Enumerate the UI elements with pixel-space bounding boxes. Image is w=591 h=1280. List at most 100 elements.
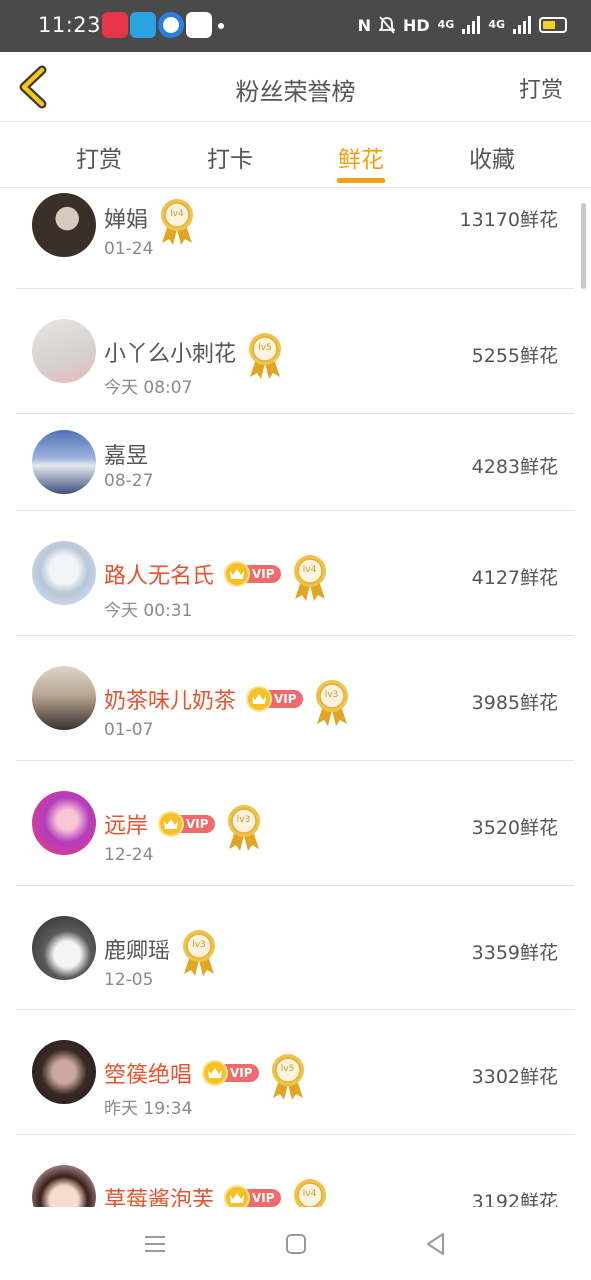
- date-text: 01-07: [104, 720, 154, 740]
- crown-icon-badge: [224, 561, 251, 587]
- scrollbar[interactable]: [581, 203, 586, 289]
- date-text: 今天 08:07: [104, 378, 193, 398]
- battery-icon: [539, 17, 567, 33]
- avatar[interactable]: [32, 541, 96, 605]
- list-item[interactable]: 草莓酱泡芙 VIP lv4 3192鲜花: [16, 1135, 574, 1207]
- user-name[interactable]: 婵娟: [104, 202, 148, 234]
- vip-badge: VIP: [202, 1060, 259, 1086]
- list-item[interactable]: 奶茶味儿奶茶 VIP lv3 01-07 3985鲜花: [16, 636, 574, 761]
- user-name[interactable]: 远岸: [104, 808, 148, 840]
- level-medal: lv3: [313, 678, 351, 728]
- level-medal-icon: [315, 680, 348, 726]
- back-triangle-icon[interactable]: [421, 1229, 451, 1259]
- more-notifications-icon: [218, 23, 224, 29]
- avatar[interactable]: [32, 1165, 96, 1207]
- network-gen-2: 4G: [488, 18, 505, 31]
- user-name[interactable]: 箜篌绝唱: [104, 1057, 192, 1089]
- page-title: 粉丝荣誉榜: [235, 78, 356, 106]
- avatar[interactable]: [32, 430, 96, 494]
- reward-button[interactable]: 打赏: [519, 72, 563, 104]
- status-time: 11:23: [38, 13, 102, 37]
- vip-badge: VIP: [224, 561, 281, 587]
- browser-icon: [158, 12, 184, 38]
- user-name[interactable]: 路人无名氏: [104, 558, 214, 590]
- active-tab-indicator: [337, 178, 385, 183]
- user-name[interactable]: 鹿卿瑶: [104, 933, 170, 965]
- tab-favorites[interactable]: 收藏: [442, 140, 542, 174]
- tab-reward[interactable]: 打赏: [49, 140, 149, 174]
- avatar[interactable]: [32, 666, 96, 730]
- level-label: lv3: [324, 690, 339, 700]
- date-text: 昨天 19:34: [104, 1099, 193, 1119]
- level-medal: lv5: [246, 331, 284, 381]
- flower-count: 3985鲜花: [471, 692, 558, 714]
- avatar[interactable]: [32, 1040, 96, 1104]
- avatar[interactable]: [32, 916, 96, 980]
- level-label: lv4: [302, 565, 317, 575]
- flower-count: 5255鲜花: [471, 345, 558, 367]
- vip-badge: VIP: [158, 811, 215, 837]
- date-text: 01-24: [104, 239, 154, 259]
- level-medal-icon: [161, 199, 194, 245]
- nfc-icon: N: [357, 15, 371, 35]
- level-label: lv4: [302, 1189, 317, 1199]
- user-name[interactable]: 草莓酱泡芙: [104, 1182, 214, 1207]
- crown-icon: [230, 1193, 245, 1203]
- flower-count: 3359鲜花: [471, 942, 558, 964]
- tab-flowers[interactable]: 鲜花: [311, 140, 411, 174]
- avatar[interactable]: [32, 193, 96, 257]
- crown-icon: [252, 694, 267, 704]
- crown-icon: [164, 819, 179, 829]
- level-medal-icon: [227, 805, 260, 851]
- name-line: 嘉昱: [104, 438, 148, 470]
- level-label: lv3: [236, 815, 251, 825]
- flower-count: 13170鲜花: [459, 209, 558, 231]
- date-text: 今天 00:31: [104, 601, 193, 621]
- flower-count: 4127鲜花: [471, 567, 558, 589]
- system-nav-bar: [0, 1207, 591, 1280]
- telegram-icon: [130, 12, 156, 38]
- mute-bell-icon: [378, 16, 395, 34]
- name-line: 路人无名氏 VIP lv4: [104, 545, 329, 603]
- level-medal-icon: [271, 1054, 304, 1100]
- list-item[interactable]: 远岸 VIP lv3 12-24 3520鲜花: [16, 761, 574, 886]
- user-name[interactable]: 嘉昱: [104, 438, 148, 470]
- tab-checkin[interactable]: 打卡: [180, 140, 280, 174]
- user-name[interactable]: 奶茶味儿奶茶: [104, 683, 236, 715]
- list-item[interactable]: 婵娟 lv4 01-24 13170鲜花: [16, 189, 574, 289]
- level-label: lv4: [170, 209, 184, 219]
- level-medal: lv5: [269, 1052, 307, 1102]
- name-line: 草莓酱泡芙 VIP lv4: [104, 1169, 329, 1207]
- level-medal-icon: [249, 333, 282, 379]
- menu-icon[interactable]: [140, 1229, 170, 1259]
- signal-1-icon: [462, 16, 481, 34]
- signal-2-icon: [513, 16, 531, 34]
- status-indicators: N HD 4G 4G: [358, 12, 567, 38]
- list-item[interactable]: 小丫么小刺花 lv5 今天 08:07 5255鲜花: [16, 289, 574, 414]
- level-medal-icon: [293, 555, 326, 601]
- crown-icon-badge: [202, 1060, 229, 1086]
- level-medal: lv3: [180, 928, 218, 978]
- level-label: lv3: [192, 940, 206, 950]
- user-name[interactable]: 小丫么小刺花: [104, 336, 236, 368]
- flower-count: 3192鲜花: [471, 1191, 558, 1207]
- app-notification-icon: [102, 12, 128, 38]
- status-bar: 11:23 N HD 4G 4G: [0, 0, 591, 52]
- list-item[interactable]: 嘉昱 08-27 4283鲜花: [16, 414, 574, 511]
- flower-count: 4283鲜花: [471, 456, 558, 478]
- avatar[interactable]: [32, 791, 96, 855]
- level-medal-icon: [183, 930, 216, 976]
- vip-badge: VIP: [224, 1185, 281, 1207]
- top-header: 粉丝荣誉榜 打赏: [0, 52, 591, 122]
- flower-count: 3520鲜花: [471, 817, 558, 839]
- crown-icon: [230, 569, 245, 579]
- crown-icon-badge: [246, 686, 273, 712]
- level-medal: lv3: [225, 803, 263, 853]
- home-square-icon[interactable]: [281, 1229, 311, 1259]
- app-store-icon: [186, 12, 212, 38]
- avatar[interactable]: [32, 319, 96, 383]
- list-item[interactable]: 路人无名氏 VIP lv4 今天 00:31 4127鲜花: [16, 511, 574, 636]
- list-item[interactable]: 鹿卿瑶 lv3 12-05 3359鲜花: [16, 886, 574, 1010]
- list-item[interactable]: 箜篌绝唱 VIP lv5 昨天 19:34 3302鲜花: [16, 1010, 574, 1135]
- ranking-list: 婵娟 lv4 01-24 13170鲜花小丫么小刺花 lv5 今天 08:07 5255鲜花…: [0, 189, 591, 1207]
